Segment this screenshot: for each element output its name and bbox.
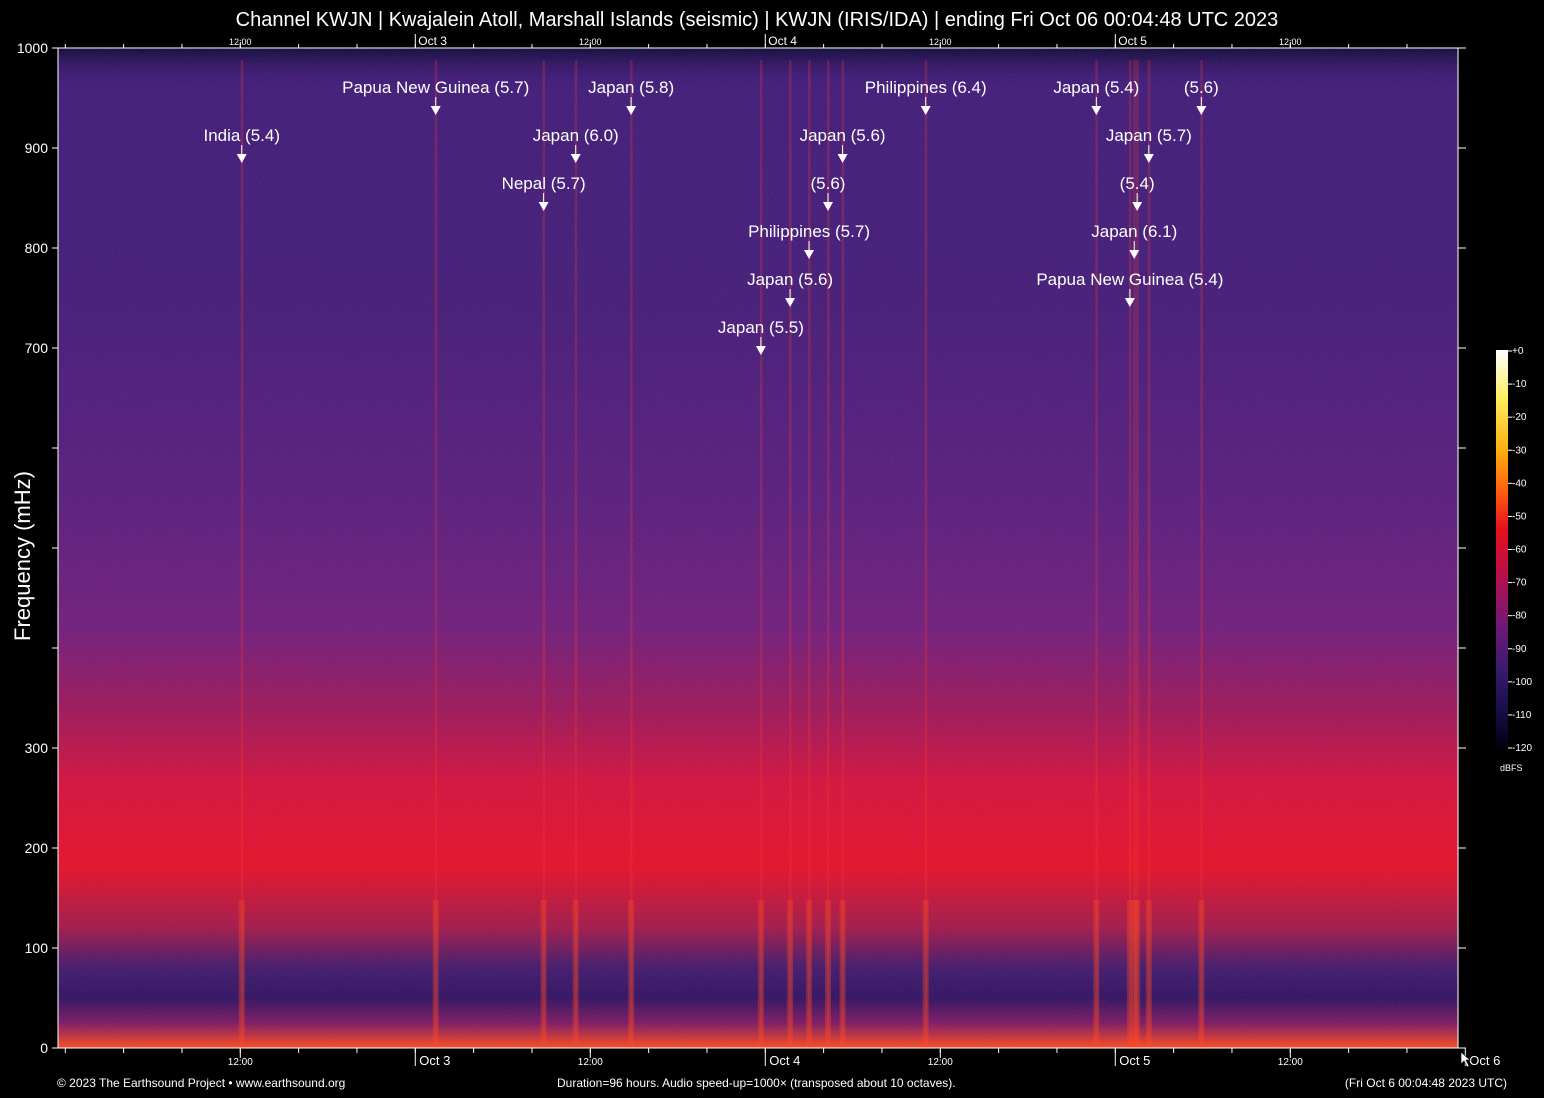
colorbar-tick-label: -10 <box>1512 379 1527 390</box>
event-streak <box>630 60 633 1048</box>
x-tick-label: 12:00 <box>578 1057 603 1068</box>
event-label: Japan (5.8) <box>588 78 674 97</box>
x-tick-label: Oct 3 <box>419 1053 450 1068</box>
plot-area <box>58 48 1458 1048</box>
event-streak-low <box>628 900 635 1048</box>
x-tick-label: Oct 5 <box>1119 1053 1150 1068</box>
x-top-tick-label: 12:00 <box>579 37 602 47</box>
colorbar-tick-label: -40 <box>1512 478 1527 489</box>
y-tick-label: 100 <box>25 940 49 956</box>
event-streak-low <box>922 900 929 1048</box>
event-label: Japan (6.0) <box>533 126 619 145</box>
x-axis-top: 12:00 Oct 3 12:00 Oct 4 12:00 Oct 5 12:00 <box>64 34 1408 48</box>
x-tick-label: 12:00 <box>928 1057 953 1068</box>
event-streak-low <box>806 900 813 1048</box>
event-streak <box>1128 60 1132 1048</box>
colorbar-tick-label: -20 <box>1512 412 1527 423</box>
event-streak <box>789 60 792 1048</box>
event-label: Japan (5.5) <box>718 318 804 337</box>
end-time-text: (Fri Oct 6 00:04:48 2023 UTC) <box>1344 1076 1507 1090</box>
colorbar-unit: dBFS <box>1500 763 1523 773</box>
colorbar-tick-label: -60 <box>1512 545 1527 556</box>
event-streak <box>1095 60 1098 1048</box>
event-streak-low <box>572 900 579 1048</box>
event-streak <box>1147 60 1151 1048</box>
event-label: (5.6) <box>811 174 846 193</box>
colorbar-tick-label: -80 <box>1512 611 1527 622</box>
event-streak-low <box>839 900 846 1048</box>
event-label: (5.4) <box>1120 174 1155 193</box>
event-streak-low <box>787 900 794 1048</box>
event-label: Japan (6.1) <box>1091 222 1177 241</box>
colorbar-tick-label: -110 <box>1512 710 1532 721</box>
event-label: Nepal (5.7) <box>502 174 586 193</box>
event-streak <box>434 60 438 1048</box>
y-tick-label: 800 <box>25 240 49 256</box>
colorbar-tick-label: +0 <box>1512 346 1524 357</box>
y-tick-label: 300 <box>25 740 49 756</box>
event-streak-low <box>432 900 439 1048</box>
y-axis-label: Frequency (mHz) <box>10 471 35 641</box>
colorbar-tick-label: -30 <box>1512 445 1527 456</box>
event-label: Papua New Guinea (5.7) <box>342 78 529 97</box>
event-label: Japan (5.4) <box>1053 78 1139 97</box>
y-tick-label: 0 <box>40 1040 48 1056</box>
event-streak-low <box>1093 900 1100 1048</box>
event-streak-low <box>1126 900 1133 1048</box>
event-streak <box>924 60 928 1048</box>
x-top-tick-label: 12:00 <box>929 37 952 47</box>
event-streak-low <box>1145 900 1152 1048</box>
colorbar: +0 -10 -20 -30 -40 -50 -60 -70 -80 -90 -100 -110 -12… <box>1496 346 1532 773</box>
colorbar-tick-label: -120 <box>1512 743 1532 754</box>
event-streak <box>1200 60 1203 1048</box>
x-tick-label: Oct 4 <box>769 1053 800 1068</box>
event-label: Philippines (5.7) <box>748 222 870 241</box>
colorbar-ticks: +0 -10 -20 -30 -40 -50 -60 -70 -80 -90 -100 -110 -12… <box>1508 346 1532 754</box>
x-axis-bottom: 12:00 Oct 3 12:00 Oct 4 12:00 Oct 5 12:00 Oct 6 <box>64 1048 1500 1068</box>
x-tick-label: 12:00 <box>1278 1057 1303 1068</box>
y-tick-label: 200 <box>25 840 49 856</box>
x-top-tick-label: Oct 3 <box>418 34 447 48</box>
event-label: India (5.4) <box>203 126 280 145</box>
colorbar-tick-label: -70 <box>1512 578 1527 589</box>
x-tick-label: Oct 6 <box>1469 1053 1500 1068</box>
y-tick-label: 700 <box>25 340 49 356</box>
colorbar-tick-label: -50 <box>1512 511 1527 522</box>
x-top-tick-label: 12:00 <box>1279 37 1302 47</box>
event-streak-low <box>1198 900 1205 1048</box>
x-top-tick-label: Oct 4 <box>768 34 797 48</box>
x-top-tick-label: 12:00 <box>229 37 252 47</box>
event-streak <box>759 60 763 1048</box>
colorbar-tick-label: -90 <box>1512 644 1527 655</box>
event-streak-low <box>540 900 547 1048</box>
duration-text: Duration=96 hours. Audio speed-up=1000× … <box>557 1076 956 1090</box>
event-label: Papua New Guinea (5.4) <box>1036 270 1223 289</box>
colorbar-tick-label: -100 <box>1512 677 1532 688</box>
event-streak-low <box>825 900 831 1048</box>
event-streak-low <box>757 900 764 1048</box>
event-streak <box>574 60 578 1048</box>
event-streak <box>1133 60 1136 1048</box>
y-tick-label: 1000 <box>17 40 48 56</box>
spectrogram-noise <box>58 48 1458 1048</box>
spectrogram-chart: 0 100 200 300 700 800 900 1000 12:00 Oct 3 12:00 O… <box>10 34 1532 1068</box>
event-label: Philippines (6.4) <box>865 78 987 97</box>
event-label: Japan (5.6) <box>800 126 886 145</box>
colorbar-gradient <box>1496 350 1508 748</box>
event-streak <box>808 60 811 1048</box>
event-streak <box>841 60 845 1048</box>
event-streak-low <box>238 900 245 1048</box>
event-label: (5.6) <box>1184 78 1219 97</box>
x-tick-label: 12:00 <box>228 1057 253 1068</box>
y-tick-label: 900 <box>25 140 49 156</box>
event-streak <box>240 60 244 1048</box>
event-label: Japan (5.7) <box>1106 126 1192 145</box>
event-label: Japan (5.6) <box>747 270 833 289</box>
copyright-text: © 2023 The Earthsound Project • www.eart… <box>57 1076 346 1090</box>
x-top-tick-label: Oct 5 <box>1118 34 1147 48</box>
